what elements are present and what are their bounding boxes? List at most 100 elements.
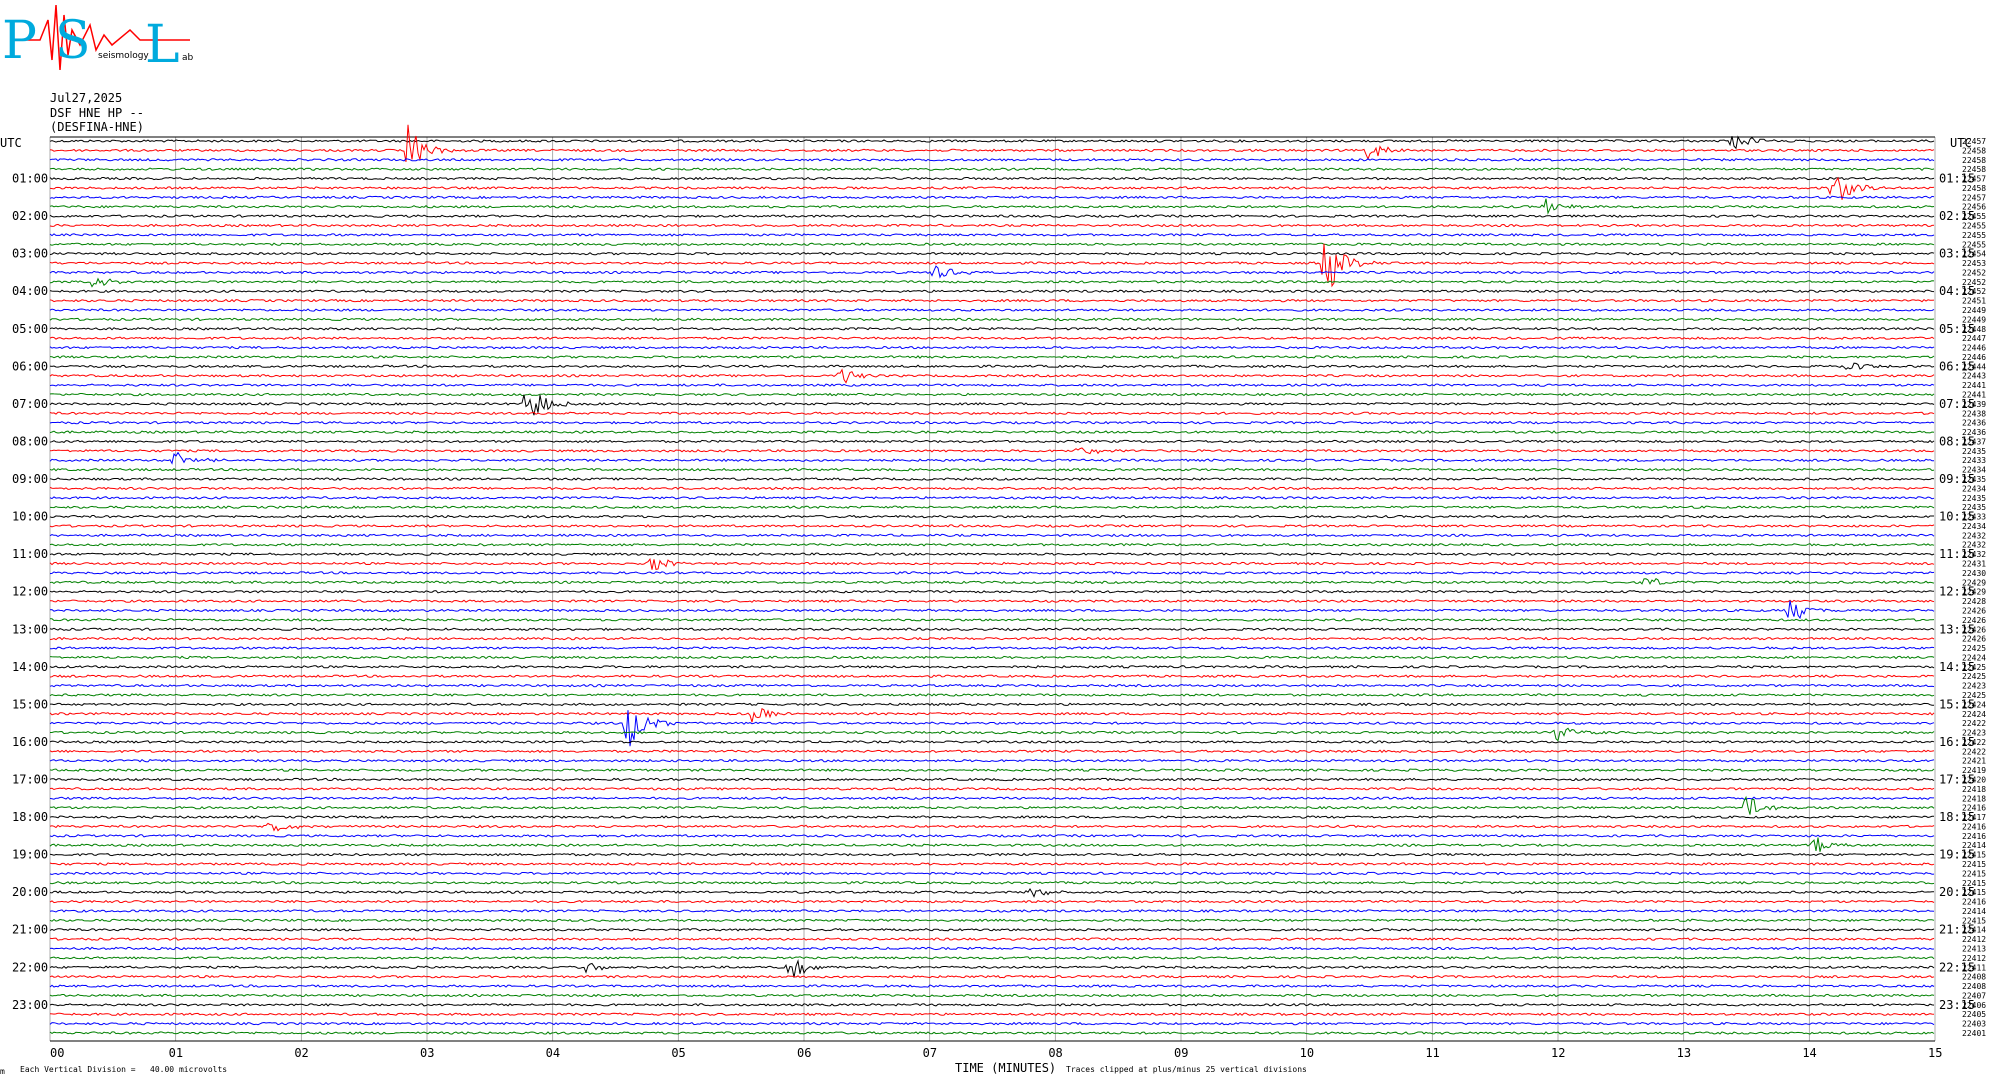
trace-line xyxy=(49,683,1935,688)
right-hour-label: 20:15 xyxy=(1939,885,1975,899)
trace-line xyxy=(49,158,1935,162)
right-hour-label: 16:15 xyxy=(1939,735,1975,749)
trace-value-label: 22414 xyxy=(1962,907,1986,916)
x-tick-label: 12 xyxy=(1551,1046,1565,1060)
trace-line xyxy=(49,707,1935,723)
trace-line xyxy=(49,796,1934,800)
trace-line xyxy=(49,937,1935,941)
trace-value-label: 22455 xyxy=(1962,231,1986,240)
right-hour-label: 08:15 xyxy=(1939,434,1975,448)
x-tick-label: 07 xyxy=(923,1046,937,1060)
trace-value-label: 22436 xyxy=(1962,419,1986,428)
trace-value-label: 22422 xyxy=(1962,719,1986,728)
x-tick-label: 03 xyxy=(420,1046,434,1060)
trace-value-label: 22430 xyxy=(1962,569,1986,578)
right-hour-label: 12:15 xyxy=(1939,585,1975,599)
clip-note: Traces clipped at plus/minus 25 vertical… xyxy=(1066,1065,1307,1074)
trace-line xyxy=(49,542,1935,547)
left-hour-label: 22:00 xyxy=(12,960,48,974)
trace-line xyxy=(49,627,1935,632)
trace-line xyxy=(49,176,1935,181)
trace-line xyxy=(49,362,1935,370)
right-hour-label: 23:15 xyxy=(1939,998,1975,1012)
trace-line xyxy=(49,368,1935,384)
trace-value-label: 22449 xyxy=(1962,306,1986,315)
left-hour-label: 01:00 xyxy=(12,172,48,186)
trace-value-label: 22433 xyxy=(1962,456,1986,465)
left-hour-label: 07:00 xyxy=(12,397,48,411)
trace-line xyxy=(49,198,1935,215)
trace-line xyxy=(49,451,1934,465)
trace-line xyxy=(49,233,1935,237)
trace-line xyxy=(49,795,1935,815)
right-hour-label: 03:15 xyxy=(1939,247,1975,261)
trace-line xyxy=(49,815,1934,819)
left-hour-label: 05:00 xyxy=(12,322,48,336)
trace-line xyxy=(50,702,1934,707)
right-hour-label: 22:15 xyxy=(1939,960,1975,974)
left-utc-label: UTC xyxy=(0,136,22,150)
right-hour-label: 15:15 xyxy=(1939,697,1975,711)
trace-line xyxy=(50,599,1935,603)
right-hour-label: 18:15 xyxy=(1939,810,1975,824)
left-hour-label: 14:00 xyxy=(12,660,48,674)
trace-line xyxy=(49,600,1935,620)
trace-line xyxy=(49,974,1935,979)
trace-line xyxy=(49,777,1935,782)
trace-line xyxy=(49,289,1935,294)
x-tick-label: 06 xyxy=(797,1046,811,1060)
footer-left-mark: m xyxy=(0,1067,5,1076)
trace-line xyxy=(49,1021,1935,1026)
right-hour-label: 07:15 xyxy=(1939,397,1975,411)
trace-line xyxy=(49,768,1935,772)
trace-line xyxy=(49,195,1935,200)
trace-line xyxy=(49,214,1935,218)
trace-line xyxy=(49,411,1935,416)
x-tick-label: 08 xyxy=(1048,1046,1062,1060)
trace-line xyxy=(49,524,1935,528)
left-hour-label: 02:00 xyxy=(12,209,48,223)
trace-line xyxy=(49,420,1935,425)
trace-line xyxy=(49,899,1935,904)
trace-line xyxy=(49,430,1935,434)
trace-value-label: 22458 xyxy=(1962,156,1986,165)
trace-line xyxy=(49,946,1935,951)
right-utc-label: UTC xyxy=(1950,136,1972,150)
trace-line xyxy=(49,758,1935,763)
x-tick-label: 10 xyxy=(1300,1046,1314,1060)
trace-line xyxy=(49,888,1935,898)
trace-line xyxy=(49,439,1935,444)
trace-line xyxy=(49,251,1935,256)
trace-value-label: 22401 xyxy=(1962,1029,1986,1038)
left-hour-label: 06:00 xyxy=(12,359,48,373)
trace-line xyxy=(49,326,1935,331)
trace-value-label: 22432 xyxy=(1962,531,1986,540)
trace-value-label: 22418 xyxy=(1962,794,1986,803)
trace-value-label: 22413 xyxy=(1962,944,1986,953)
trace-line xyxy=(49,956,1935,960)
trace-line xyxy=(49,496,1935,500)
trace-line xyxy=(49,665,1935,669)
vertical-division-note: Each Vertical Division = 40.00 microvolt… xyxy=(20,1065,227,1074)
trace-line xyxy=(49,834,1935,838)
trace-line xyxy=(49,514,1934,519)
trace-value-label: 22426 xyxy=(1962,606,1986,615)
trace-value-label: 22423 xyxy=(1962,682,1986,691)
trace-line xyxy=(49,822,1935,832)
trace-line xyxy=(49,308,1935,312)
right-hour-label: 21:15 xyxy=(1939,923,1975,937)
left-hour-label: 09:00 xyxy=(12,472,48,486)
right-hour-label: 14:15 xyxy=(1939,660,1975,674)
left-hour-label: 08:00 xyxy=(12,434,48,448)
trace-line xyxy=(49,505,1935,509)
right-hour-label: 01:15 xyxy=(1939,172,1975,186)
right-hour-label: 17:15 xyxy=(1939,772,1975,786)
trace-line xyxy=(49,993,1935,998)
trace-line xyxy=(49,852,1935,857)
trace-line xyxy=(49,558,1935,570)
trace-line xyxy=(49,533,1935,538)
seismogram-traces xyxy=(49,124,1935,1035)
left-hour-label: 12:00 xyxy=(12,585,48,599)
left-hour-label: 21:00 xyxy=(12,923,48,937)
trace-value-label: 22435 xyxy=(1962,494,1986,503)
